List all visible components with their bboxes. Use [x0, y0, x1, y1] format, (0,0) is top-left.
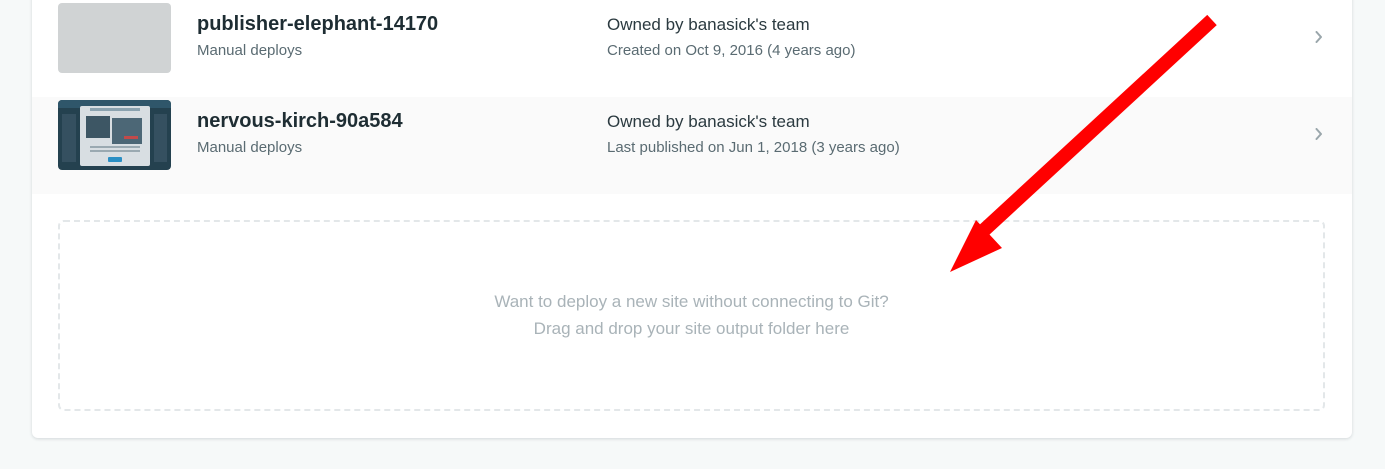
- thumbnail-graphic: [62, 114, 76, 162]
- site-date: Created on Oct 9, 2016 (4 years ago): [607, 42, 856, 59]
- thumbnail-graphic: [90, 150, 140, 152]
- dropzone-prompt: Want to deploy a new site without connec…: [494, 292, 889, 311]
- chevron-right-icon[interactable]: [1312, 24, 1326, 50]
- thumbnail-graphic: [112, 118, 142, 144]
- deploy-type: Manual deploys: [197, 139, 303, 156]
- thumbnail-graphic: [90, 146, 140, 148]
- site-name[interactable]: publisher-elephant-14170: [197, 13, 438, 36]
- site-owner: Owned by banasick's team: [607, 112, 810, 131]
- site-date: Last published on Jun 1, 2018 (3 years a…: [607, 139, 900, 156]
- dropzone-instruction: Drag and drop your site output folder he…: [533, 319, 850, 338]
- site-thumbnail[interactable]: [58, 3, 171, 73]
- site-owner: Owned by banasick's team: [607, 15, 810, 34]
- thumbnail-graphic: [154, 114, 167, 162]
- thumbnail-graphic: [108, 157, 122, 162]
- chevron-right-icon[interactable]: [1312, 121, 1326, 147]
- thumbnail-graphic: [124, 136, 138, 139]
- thumbnail-graphic: [90, 108, 140, 111]
- red-arrow-annotation: [950, 14, 1217, 272]
- site-thumbnail[interactable]: [58, 100, 171, 170]
- deploy-type: Manual deploys: [197, 42, 303, 59]
- site-name[interactable]: nervous-kirch-90a584: [197, 110, 403, 133]
- thumbnail-graphic: [86, 116, 110, 138]
